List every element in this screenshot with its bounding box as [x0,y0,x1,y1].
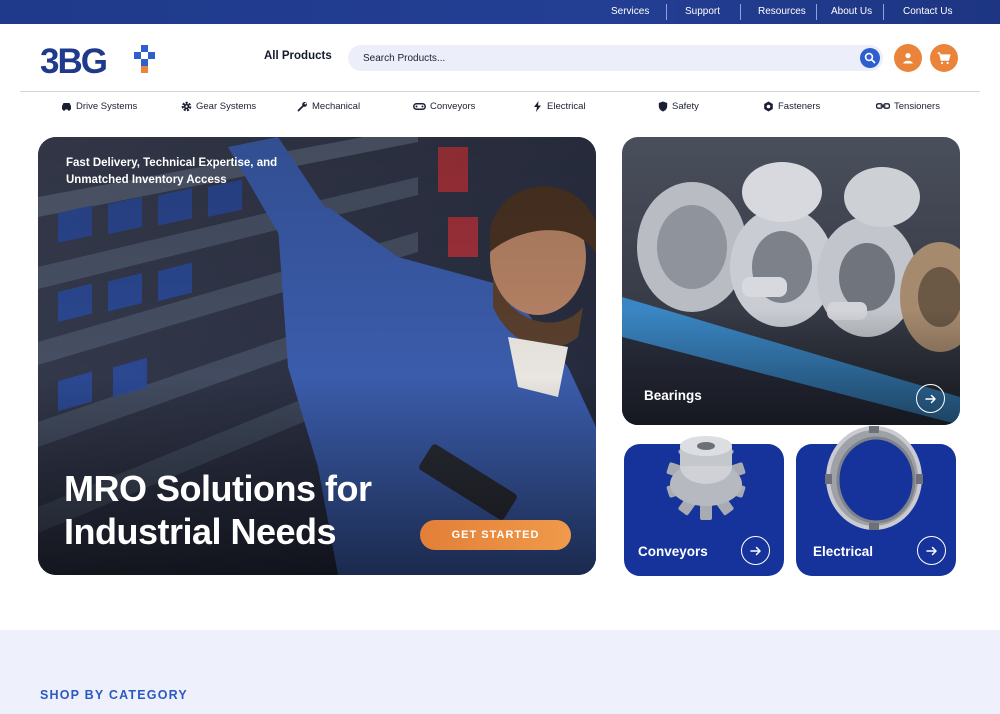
nav-item-label: Conveyors [430,100,476,112]
chain-icon [876,101,890,112]
belt-icon [413,101,426,112]
hero-banner: Fast Delivery, Technical Expertise, and … [38,137,596,575]
search-button[interactable] [860,48,880,68]
electrical-arrow-button[interactable] [917,536,946,565]
arrow-right-icon [924,394,936,403]
gear-icon [181,101,192,112]
wrench-icon [297,101,308,112]
card-label-electrical: Electrical [813,544,874,559]
arrow-right-icon [925,546,937,555]
nav-item-mechanical[interactable]: Mechanical [297,99,360,113]
topbar-link-resources[interactable]: Resources [758,0,806,24]
card-label-conveyors: Conveyors [638,544,708,559]
nut-icon [763,101,774,112]
header-divider [20,91,980,92]
category-card-bearings[interactable]: Bearings [622,137,960,425]
brand-logo[interactable]: 3BG [40,42,162,81]
topbar-separator [740,4,741,20]
get-started-button[interactable]: GET STARTED [420,520,571,550]
nav-item-label: Electrical [547,100,586,112]
car-icon [61,101,72,112]
nav-item-label: Mechanical [312,100,361,112]
nav-item-label: Gear Systems [196,100,257,112]
topbar-link-support[interactable]: Support [685,0,720,24]
nav-item-label: Tensioners [894,100,940,112]
search-bar [348,45,883,71]
top-utility-bar: Services Support Resources About Us Cont… [0,0,1000,24]
nav-item-safety[interactable]: Safety [657,99,699,113]
hero-title: MRO Solutions for Industrial Needs [64,468,372,552]
topbar-link-about-us[interactable]: About Us [831,0,872,24]
topbar-separator [666,4,667,20]
category-card-conveyors[interactable]: Conveyors [624,436,784,576]
arrow-right-icon [749,546,761,555]
search-input[interactable] [363,45,843,71]
user-icon [903,53,913,64]
shop-by-category-heading: SHOP BY CATEGORY [40,688,188,702]
cart-button[interactable] [930,44,958,72]
bearings-image [622,137,960,425]
all-products-link[interactable]: All Products [264,50,332,62]
hero-tagline: Fast Delivery, Technical Expertise, and … [66,157,278,186]
nav-item-label: Drive Systems [76,100,138,112]
nav-item-gear-systems[interactable]: Gear Systems [181,99,256,113]
conveyors-arrow-button[interactable] [741,536,770,565]
category-card-electrical[interactable]: Electrical [796,426,956,576]
nav-item-label: Fasteners [778,100,821,112]
nav-item-conveyors[interactable]: Conveyors [413,99,475,113]
bolt-icon [532,100,543,112]
nav-item-label: Safety [672,100,699,112]
card-label-bearings: Bearings [644,388,702,403]
cart-icon [937,51,951,64]
search-icon [864,52,876,64]
logo-text: 3BG [40,44,107,76]
account-button[interactable] [894,44,922,72]
nav-item-electrical[interactable]: Electrical [532,99,586,113]
topbar-link-services[interactable]: Services [611,0,649,24]
nav-item-tensioners[interactable]: Tensioners [876,99,940,113]
topbar-separator [816,4,817,20]
topbar-link-contact-us[interactable]: Contact Us [903,0,952,24]
topbar-separator [883,4,884,20]
nav-item-fasteners[interactable]: Fasteners [763,99,820,113]
nav-item-drive-systems[interactable]: Drive Systems [61,99,137,113]
shield-icon [657,101,668,112]
bearings-arrow-button[interactable] [916,384,945,413]
